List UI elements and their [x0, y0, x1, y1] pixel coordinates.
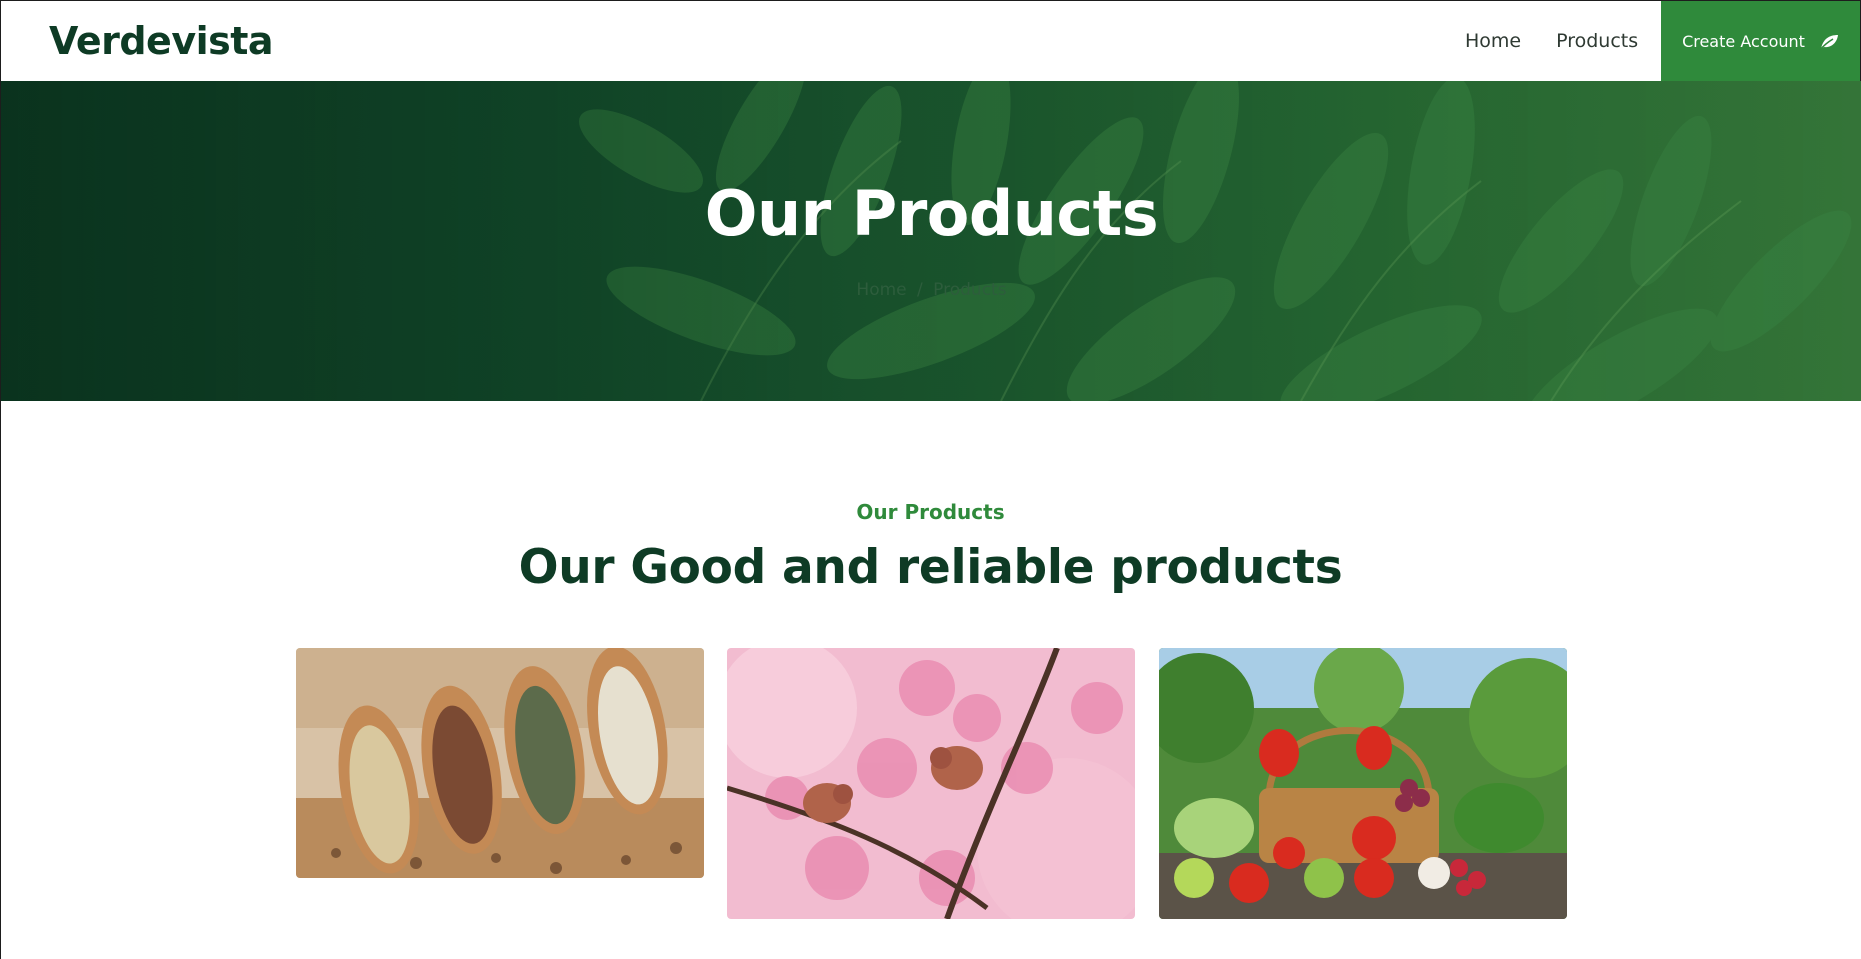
product-card-seeds[interactable]: [296, 648, 704, 878]
vegetables-image: [1159, 648, 1567, 919]
create-account-label: Create Account: [1682, 32, 1805, 51]
seeds-image: [296, 648, 704, 878]
page-title: Our Products: [704, 177, 1159, 250]
product-card-blossom[interactable]: [727, 648, 1135, 919]
create-account-button[interactable]: Create Account: [1661, 1, 1860, 82]
section-title: Our Good and reliable products: [518, 540, 1343, 595]
leaf-icon: [1819, 33, 1839, 51]
breadcrumb-separator: /: [917, 280, 923, 300]
breadcrumb-home-link[interactable]: Home: [856, 280, 906, 300]
section-eyebrow: Our Products: [856, 500, 1005, 524]
nav-link-products[interactable]: Products: [1556, 30, 1638, 52]
breadcrumb-current: Products: [933, 280, 1007, 300]
blossom-image: [727, 648, 1135, 919]
main-nav: Home Products: [1465, 30, 1638, 52]
breadcrumb: Home / Products: [1, 280, 1861, 300]
top-navbar: Verdevista Home Products Create Account: [0, 0, 1861, 82]
product-card-vegetables[interactable]: [1159, 648, 1567, 919]
nav-link-home[interactable]: Home: [1465, 30, 1521, 52]
brand-logo[interactable]: Verdevista: [49, 19, 274, 63]
hero-banner: Our Products Home / Products: [0, 81, 1861, 401]
